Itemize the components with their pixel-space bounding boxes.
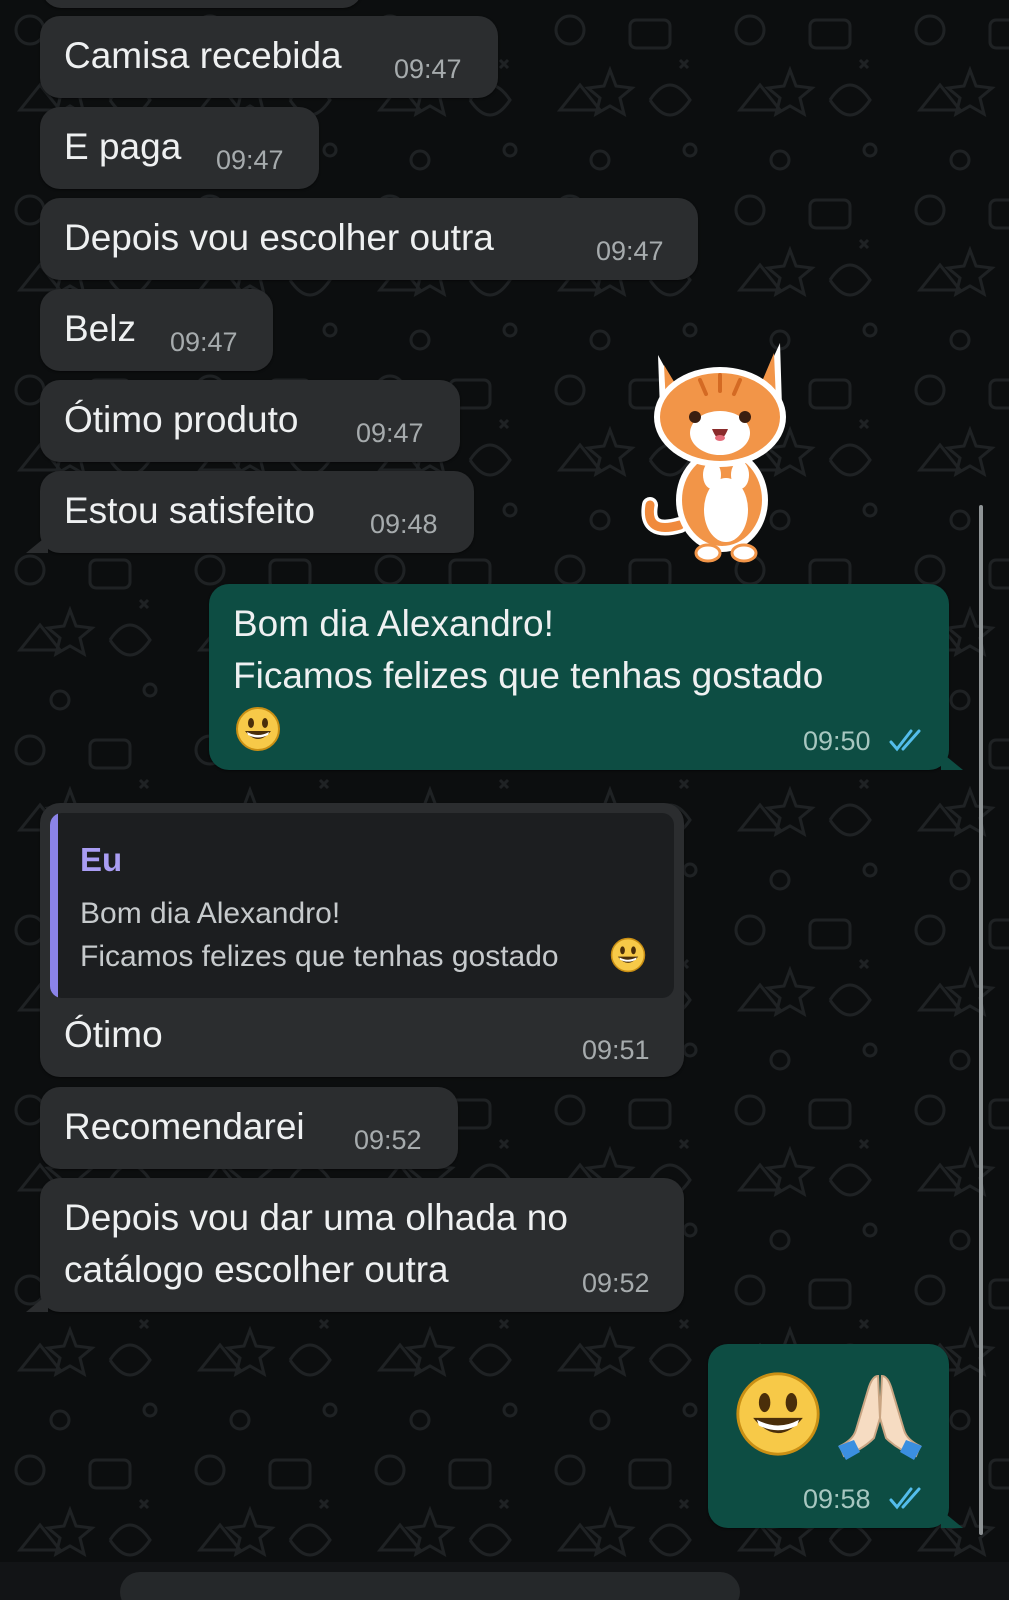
quoted-message[interactable]: Eu Bom dia Alexandro! Ficamos felizes qu… (50, 813, 674, 998)
smiley-emoji (236, 707, 280, 751)
message-text: Camisa recebida (64, 35, 342, 76)
incoming-reply-bubble[interactable]: Eu Bom dia Alexandro! Ficamos felizes qu… (40, 803, 684, 1077)
message-time: 09:58 (803, 1484, 871, 1514)
incoming-message-bubble[interactable]: Belz 09:47 (40, 289, 273, 371)
message-time: 09:50 (803, 726, 871, 756)
quote-text-line: Ficamos felizes que tenhas gostado (80, 940, 559, 973)
bubble-tail (941, 1510, 963, 1528)
message-text: Belz (64, 308, 136, 349)
outgoing-message-bubble[interactable]: 09:58 (708, 1344, 963, 1528)
incoming-message-bubble[interactable]: Recomendarei 09:52 (40, 1087, 458, 1169)
incoming-message-bubble[interactable]: Depois vou escolher outra 09:47 (40, 198, 698, 280)
incoming-message-bubble[interactable]: Ótimo produto 09:47 (40, 380, 460, 462)
partial-message-bubble[interactable] (42, 0, 362, 8)
folded-hands-emoji (838, 1374, 922, 1460)
incoming-message-bubble[interactable]: Camisa recebida 09:47 (40, 16, 498, 98)
quote-author: Eu (80, 841, 123, 878)
double-check-read-icon (889, 1487, 921, 1510)
incoming-message-bubble[interactable]: Estou satisfeito 09:48 (26, 471, 474, 553)
message-time: 09:47 (216, 145, 284, 175)
quote-text-line: Bom dia Alexandro! (80, 897, 341, 930)
smiley-emoji (736, 1372, 820, 1456)
bubble-tail (26, 1294, 48, 1312)
message-text-line: Bom dia Alexandro! (233, 603, 554, 644)
message-text-line: catálogo escolher outra (64, 1249, 449, 1290)
message-text: E paga (64, 126, 182, 167)
message-text-line: Ficamos felizes que tenhas gostado (233, 655, 824, 696)
message-input[interactable] (120, 1572, 740, 1600)
message-time: 09:48 (370, 509, 438, 539)
bubble-tail (941, 752, 963, 770)
bubble-tail (26, 535, 48, 553)
message-text-line: Depois vou dar uma olhada no (64, 1197, 568, 1238)
message-text: Depois vou escolher outra (64, 217, 494, 258)
message-time: 09:52 (582, 1268, 650, 1298)
message-text: Estou satisfeito (64, 490, 315, 531)
double-check-read-icon (889, 729, 921, 752)
incoming-message-bubble[interactable]: E paga 09:47 (40, 107, 319, 189)
message-text: Ótimo (64, 1014, 163, 1055)
chat-view: Camisa recebida 09:47 E paga 09:47 Depoi… (0, 0, 1009, 1600)
quote-accent-bar (50, 813, 58, 998)
orange-cat-sticker[interactable] (640, 325, 800, 570)
message-time: 09:47 (356, 418, 424, 448)
message-text: Recomendarei (64, 1106, 305, 1147)
outgoing-message-bubble[interactable]: Bom dia Alexandro! Ficamos felizes que t… (209, 584, 963, 770)
message-time: 09:51 (582, 1035, 650, 1065)
smiley-emoji (610, 937, 646, 973)
message-time: 09:47 (596, 236, 664, 266)
message-time: 09:47 (170, 327, 238, 357)
scrollbar[interactable] (979, 505, 983, 1535)
incoming-message-bubble[interactable]: Depois vou dar uma olhada no catálogo es… (26, 1178, 684, 1312)
message-text: Ótimo produto (64, 399, 299, 440)
message-time: 09:52 (354, 1125, 422, 1155)
message-time: 09:47 (394, 54, 462, 84)
